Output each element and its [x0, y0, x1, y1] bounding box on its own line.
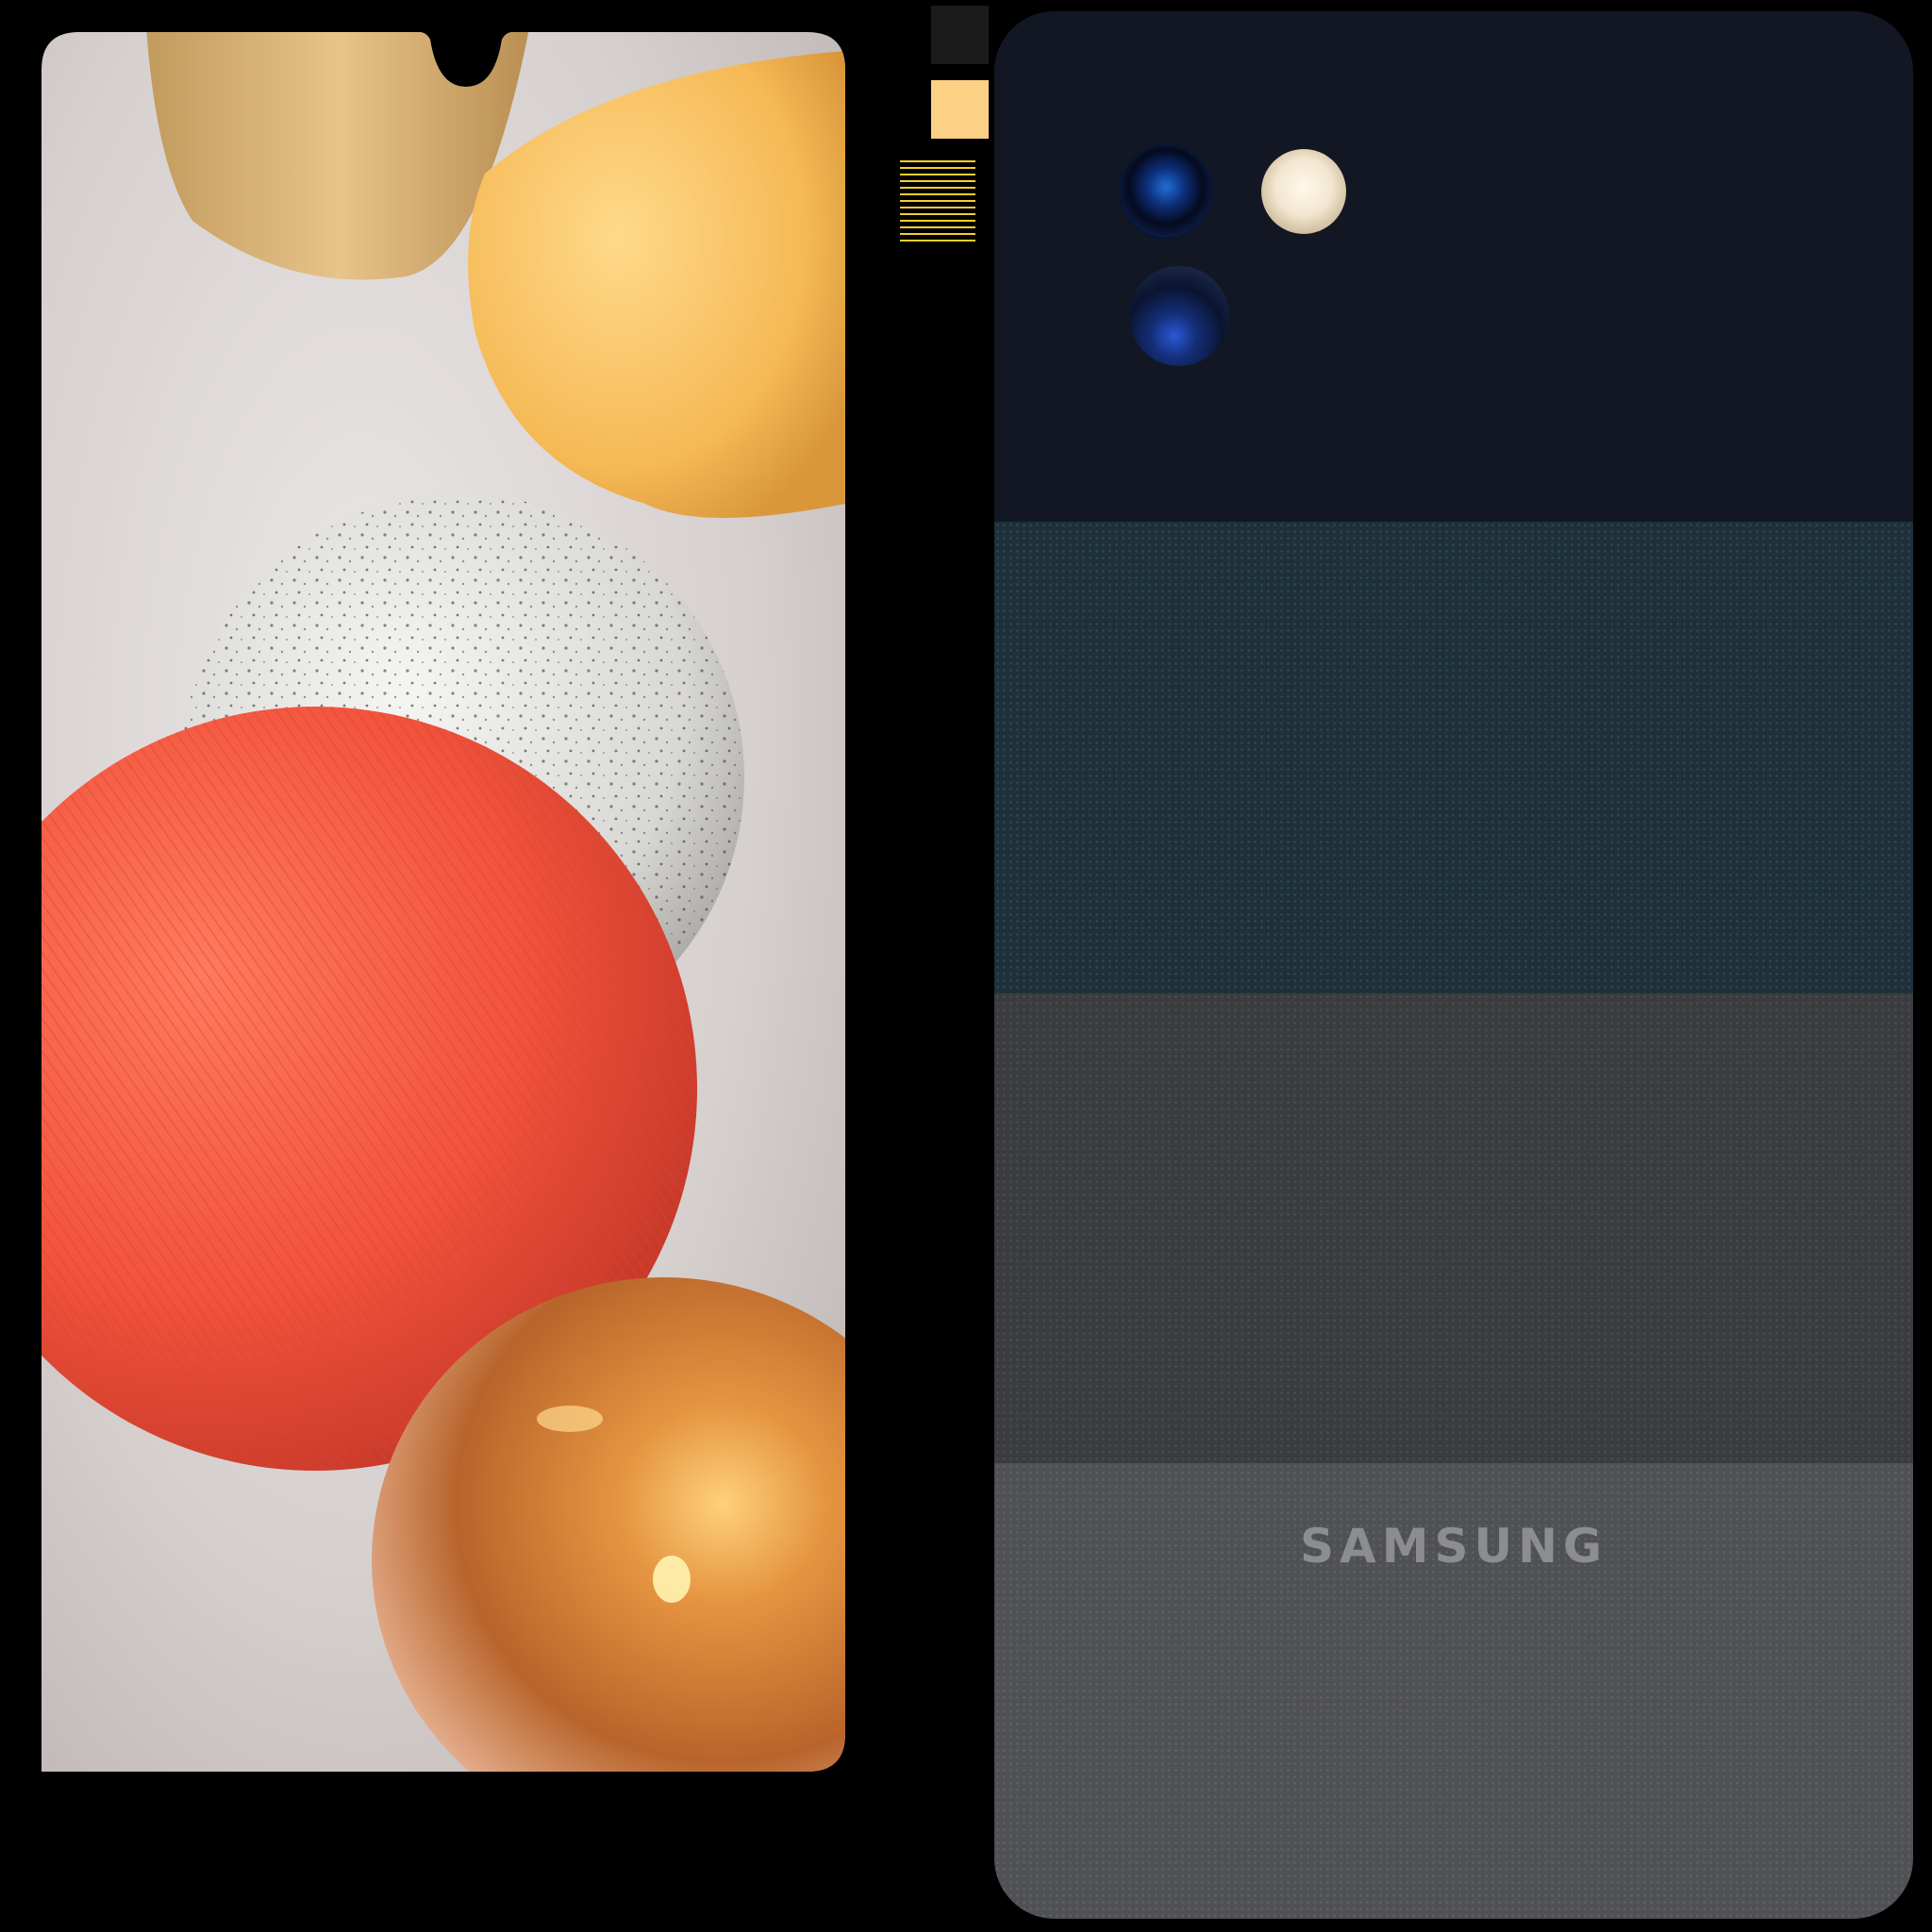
wallpaper-illustration: [42, 32, 845, 1772]
yellow-stripe-pattern: [900, 160, 975, 253]
phone-front-screen: [42, 32, 845, 1772]
back-band-gray: [994, 993, 1913, 1463]
camera-lens-icon: [1121, 146, 1211, 237]
color-swatch-yellow: [931, 80, 989, 139]
color-swatch-dark: [931, 6, 989, 64]
back-band-top: [994, 11, 1913, 522]
flash-icon: [1261, 149, 1346, 234]
phone-back-panel: SAMSUNG: [994, 11, 1913, 1919]
camera-lens-icon: [1129, 266, 1229, 366]
back-band-teal: [994, 522, 1913, 993]
brand-logo: SAMSUNG: [1300, 1519, 1607, 1574]
